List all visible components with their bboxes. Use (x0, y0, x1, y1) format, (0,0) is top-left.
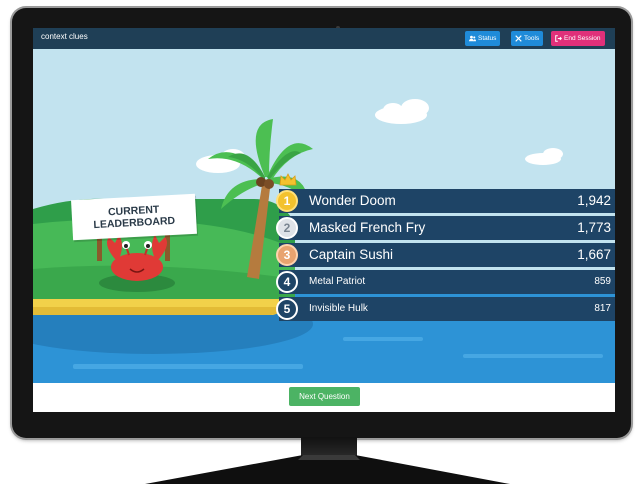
end-session-label: End Session (564, 35, 601, 42)
sign-out-icon (555, 35, 562, 42)
users-icon (469, 35, 476, 42)
player-score: 817 (594, 303, 611, 314)
leaderboard-row-1: 1 Wonder Doom 1,942 (276, 189, 615, 213)
leaderboard-row-3: 3 Captain Sushi 1,667 (276, 243, 615, 267)
status-label: Status (478, 35, 497, 42)
leaderboard-sign: CURRENT LEADERBOARD (71, 193, 197, 241)
tools-label: Tools (524, 35, 540, 42)
leaderboard-row-2: 2 Masked French Fry 1,773 (276, 216, 615, 240)
leaderboard-row-5: 5 Invisible Hulk 817 (276, 297, 615, 321)
activity-title: context clues (41, 32, 88, 41)
next-question-button[interactable]: Next Question (289, 387, 360, 406)
rank-badge: 4 (276, 271, 298, 293)
player-score: 1,667 (577, 247, 611, 262)
top-bar: context clues Status Tools End Session (33, 28, 615, 49)
status-button[interactable]: Status (465, 31, 501, 46)
game-scene: CURRENT LEADERBOARD 1 Wonder Doom 1,942 … (33, 49, 615, 383)
rank-badge: 1 (276, 190, 298, 212)
rank-badge: 2 (276, 217, 298, 239)
player-name: Metal Patriot (309, 276, 366, 287)
player-score: 859 (594, 276, 611, 287)
player-score: 1,773 (577, 220, 611, 235)
crown-icon (279, 173, 297, 186)
player-name: Invisible Hulk (309, 303, 368, 314)
rank-badge: 5 (276, 298, 298, 320)
leaderboard-row-4: 4 Metal Patriot 859 (276, 270, 615, 294)
player-name: Wonder Doom (309, 193, 396, 208)
player-score: 1,942 (577, 193, 611, 208)
bottom-bar: Next Question (33, 383, 615, 412)
player-name: Captain Sushi (309, 247, 394, 262)
end-session-button[interactable]: End Session (551, 31, 605, 46)
tools-button[interactable]: Tools (511, 31, 544, 46)
monitor-stand-neck (301, 437, 357, 457)
player-name: Masked French Fry (309, 220, 426, 235)
rank-badge: 3 (276, 244, 298, 266)
tools-icon (515, 35, 522, 42)
sign-line-2: LEADERBOARD (93, 214, 176, 232)
screen: context clues Status Tools End Session C… (33, 28, 615, 412)
page: context clues Status Tools End Session C… (0, 0, 635, 485)
